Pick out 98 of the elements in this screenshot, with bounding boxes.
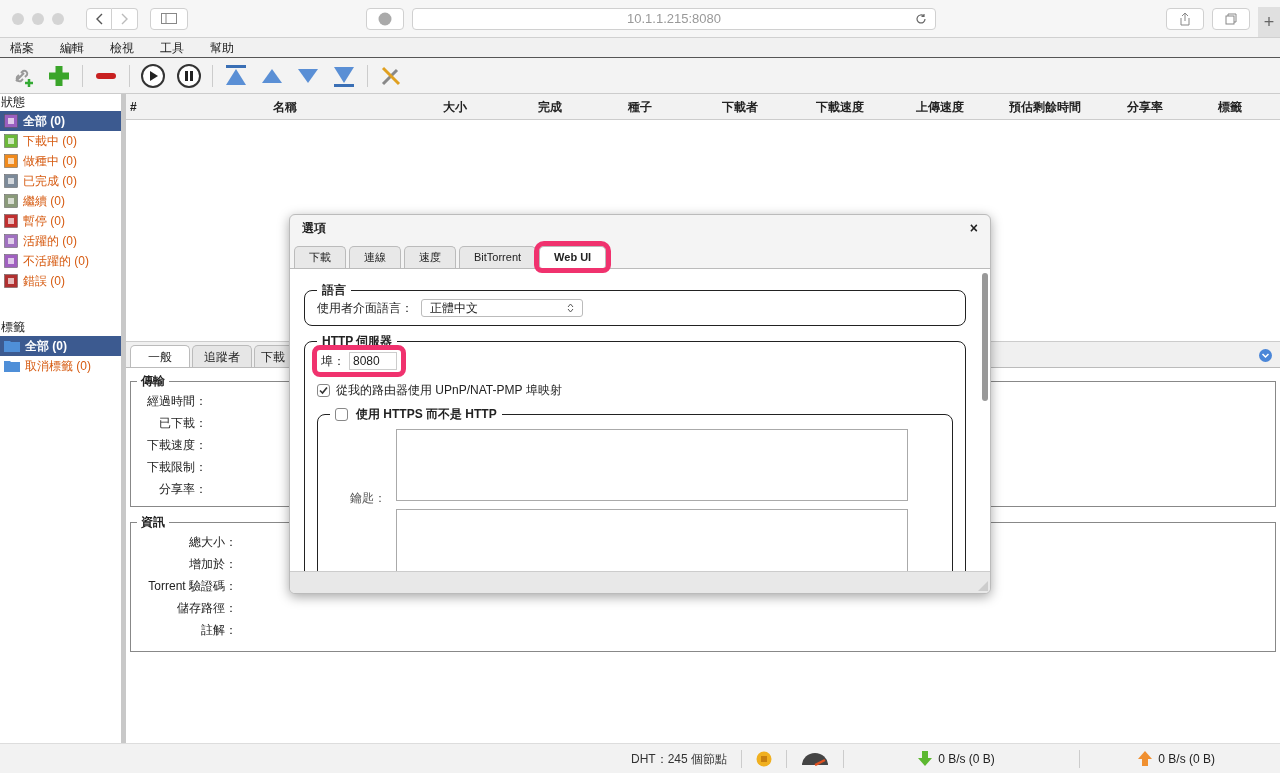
upload-arrow-icon (1138, 751, 1153, 766)
chevron-left-icon (95, 12, 103, 25)
tab[interactable]: 連線 (349, 246, 401, 268)
sidebar-item[interactable]: 取消標籤 (0) (0, 356, 121, 376)
play-icon[interactable] (140, 62, 166, 89)
sidebar-item[interactable]: 錯誤 (0) (0, 271, 121, 291)
status-icon (4, 254, 18, 268)
sidebar-item[interactable]: 全部 (0) (0, 336, 121, 356)
updown-icon (567, 303, 574, 313)
field-label: 增加於： (189, 556, 237, 571)
language-select[interactable]: 正體中文 (421, 299, 583, 317)
folder-icon (4, 340, 20, 352)
checkbox-label: 使用 HTTPS 而不是 HTTP (356, 406, 497, 423)
field-label: 儲存路徑： (177, 600, 237, 615)
reload-icon[interactable] (915, 12, 927, 25)
sidebar-icon (161, 13, 177, 24)
status-icon (4, 274, 18, 288)
column-header[interactable]: 種子 (590, 97, 690, 116)
field-label: 埠： (321, 353, 345, 370)
sidebar-item[interactable]: 暫停 (0) (0, 211, 121, 231)
sidebar-button[interactable] (150, 7, 188, 30)
tab[interactable]: 追蹤者 (192, 345, 252, 367)
sidebar-item[interactable]: 全部 (0) (0, 111, 121, 131)
field-label: 使用者介面語言： (317, 300, 413, 317)
status-icon (4, 214, 18, 228)
tab[interactable]: BitTorrent (459, 246, 537, 268)
column-header[interactable]: # (130, 97, 170, 116)
privacy-icon (378, 11, 392, 26)
column-header[interactable]: 標籤 (1190, 97, 1270, 116)
field-label: 經過時間： (147, 393, 207, 408)
share-icon (1179, 11, 1191, 26)
status-icon (4, 154, 18, 168)
dialog-title: 選項 (302, 220, 326, 237)
column-header[interactable]: 下載者 (690, 97, 790, 116)
field-label: Torrent 驗證碼： (148, 578, 237, 593)
menu-item[interactable]: 編輯 (60, 38, 84, 57)
chevron-icon[interactable] (1259, 349, 1272, 362)
upload-speed: 0 B/s (0 B) (1158, 750, 1215, 768)
tab[interactable]: 速度 (404, 246, 456, 268)
new-tab-button[interactable]: + (1258, 7, 1280, 37)
group-title: 傳輸 (139, 373, 166, 390)
checkbox-label: 從我的路由器使用 UPnP/NAT-PMP 埠映射 (336, 382, 562, 399)
url-text: 10.1.1.215:8080 (627, 9, 721, 28)
download-arrow-icon (918, 751, 933, 766)
menu-item[interactable]: 工具 (160, 38, 184, 57)
tabs-button[interactable] (1212, 7, 1250, 30)
chevron-right-icon (120, 12, 129, 25)
column-header[interactable]: 分享率 (1100, 97, 1190, 116)
close-button[interactable]: × (969, 221, 978, 235)
status-icon (4, 174, 18, 188)
forward-button[interactable] (112, 7, 138, 30)
sidebar-item[interactable]: 不活躍的 (0) (0, 251, 121, 271)
status-icon (4, 134, 18, 148)
field-label: 已下載： (159, 415, 207, 430)
speed-limit-icon[interactable] (801, 751, 829, 766)
port-input[interactable]: 8080 (349, 352, 397, 370)
pause-icon[interactable] (176, 62, 202, 89)
resize-grip-icon[interactable] (978, 581, 988, 591)
field-label: 註解： (201, 622, 237, 637)
column-header[interactable]: 名稱 (170, 97, 400, 116)
menu-item[interactable]: 幫助 (210, 38, 234, 57)
group-title: 語言 (321, 282, 347, 299)
share-button[interactable] (1166, 7, 1204, 30)
dht-status: DHT：245 個節點 (629, 750, 728, 768)
field-label: 下載速度： (147, 437, 207, 452)
sidebar-item[interactable]: 已完成 (0) (0, 171, 121, 191)
status-icon (4, 234, 18, 248)
sidebar-item[interactable]: 活躍的 (0) (0, 231, 121, 251)
column-header[interactable]: 大小 (400, 97, 510, 116)
tab[interactable]: 下載 (294, 246, 346, 268)
menu-item[interactable]: 檢視 (110, 38, 134, 57)
field-label: 鑰匙： (349, 490, 386, 507)
tab[interactable]: 一般 (130, 345, 190, 367)
field-label: 總大小： (189, 534, 237, 549)
checkbox[interactable] (335, 407, 348, 421)
menu-item[interactable]: 檔案 (10, 38, 34, 57)
download-speed: 0 B/s (0 B) (938, 750, 995, 768)
sidebar-item[interactable]: 下載中 (0) (0, 131, 121, 151)
privacy-button[interactable] (366, 7, 404, 30)
sidebar-item[interactable]: 做種中 (0) (0, 151, 121, 171)
sidebar-item[interactable]: 繼續 (0) (0, 191, 121, 211)
back-button[interactable] (86, 7, 112, 30)
checkbox[interactable] (317, 383, 330, 397)
column-header[interactable]: 下載速度 (790, 97, 890, 116)
tabs-icon (1225, 12, 1237, 25)
field-label: 下載限制： (147, 459, 207, 474)
group-title: 資訊 (140, 514, 166, 531)
column-header[interactable]: 完成 (510, 97, 590, 116)
field-label: 分享率： (159, 481, 207, 496)
status-icon (4, 194, 18, 208)
section-title: 狀態 (0, 94, 26, 111)
section-title: 標籤 (0, 319, 26, 336)
key-textarea[interactable] (396, 429, 908, 501)
column-header[interactable]: 預估剩餘時間 (990, 97, 1100, 116)
connection-status-icon[interactable] (756, 750, 772, 767)
folder-icon (4, 360, 20, 372)
status-icon (4, 114, 18, 128)
column-header[interactable]: 上傳速度 (890, 97, 990, 116)
